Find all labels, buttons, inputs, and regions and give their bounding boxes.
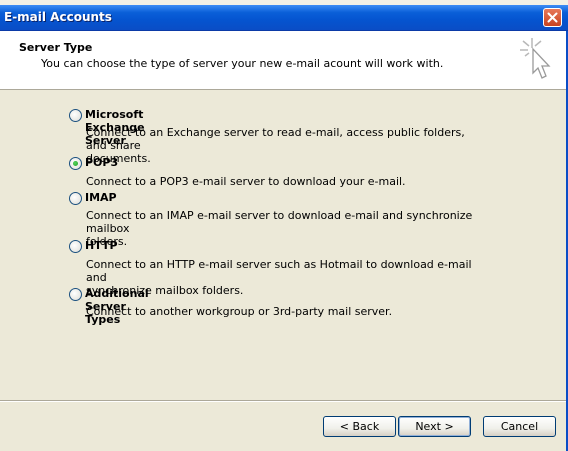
cancel-button[interactable]: Cancel: [483, 416, 556, 437]
description-line: Connect to an HTTP e-mail server such as…: [86, 258, 472, 284]
option-description-additional-server-types: Connect to another workgroup or 3rd-part…: [86, 305, 486, 318]
header-subtitle: You can choose the type of server your n…: [41, 57, 444, 70]
description-line: Connect to a POP3 e-mail server to downl…: [86, 175, 406, 188]
description-line: Connect to an Exchange server to read e-…: [86, 126, 465, 152]
option-description-imap: Connect to an IMAP e-mail server to down…: [86, 209, 486, 248]
option-label-pop3[interactable]: POP3: [85, 156, 118, 169]
description-line: documents.: [86, 152, 151, 165]
close-button[interactable]: [543, 8, 562, 27]
back-button[interactable]: < Back: [323, 416, 396, 437]
footer-divider: [0, 400, 568, 402]
close-icon: [547, 12, 558, 23]
radio-selected-dot: [73, 161, 78, 166]
radio-imap[interactable]: [69, 192, 82, 205]
description-line: Connect to another workgroup or 3rd-part…: [86, 305, 393, 318]
option-description-pop3: Connect to a POP3 e-mail server to downl…: [86, 175, 486, 188]
window-title: E-mail Accounts: [4, 10, 112, 24]
option-description-exchange: Connect to an Exchange server to read e-…: [86, 126, 486, 165]
radio-http[interactable]: [69, 240, 82, 253]
description-line: Connect to an IMAP e-mail server to down…: [86, 209, 473, 235]
radio-additional-server-types[interactable]: [69, 288, 82, 301]
title-bar: E-mail Accounts: [0, 5, 568, 31]
wizard-header: Server Type You can choose the type of s…: [0, 31, 568, 90]
description-line: folders.: [86, 235, 128, 248]
option-label-http[interactable]: HTTP: [85, 239, 118, 252]
radio-exchange[interactable]: [69, 109, 82, 122]
wizard-cursor-icon: [520, 38, 551, 79]
header-title: Server Type: [19, 41, 93, 54]
radio-pop3[interactable]: [69, 157, 82, 170]
next-button[interactable]: Next >: [398, 416, 471, 437]
option-label-imap[interactable]: IMAP: [85, 191, 117, 204]
